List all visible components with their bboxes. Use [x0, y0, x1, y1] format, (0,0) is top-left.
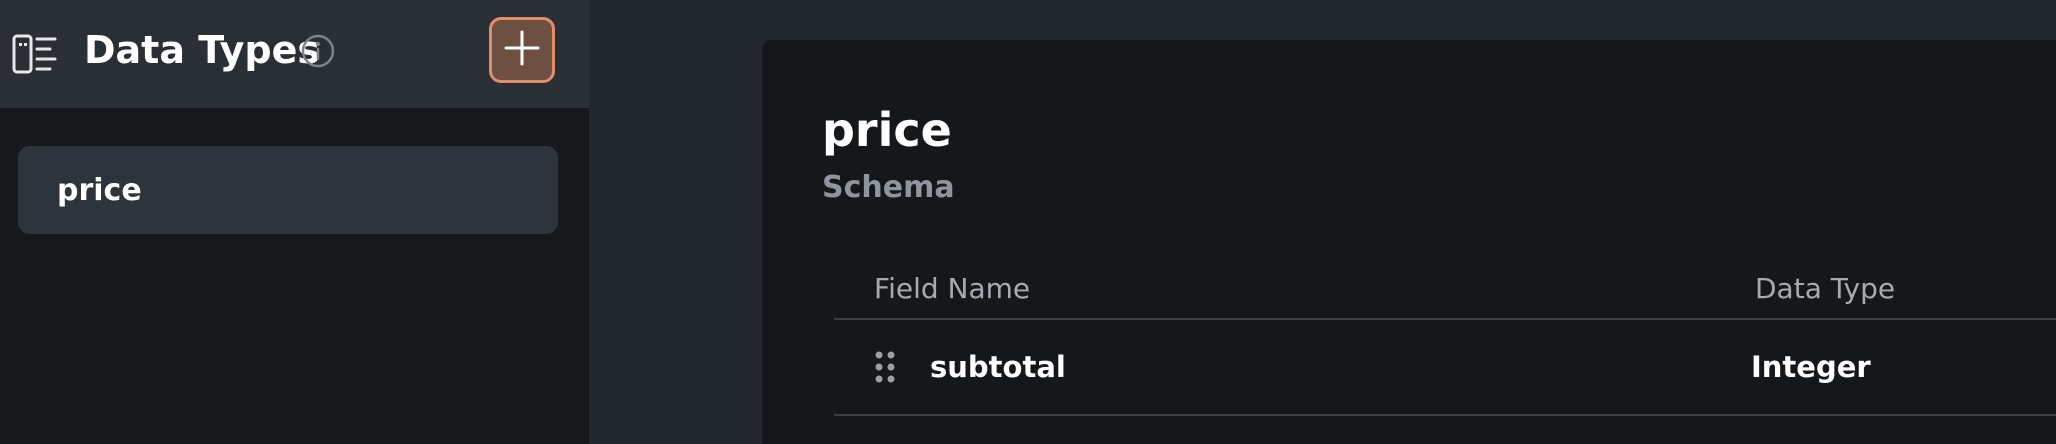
sidebar: Data Types price: [0, 0, 589, 444]
add-data-type-button[interactable]: [489, 17, 555, 83]
table-header: Field Name Data Type: [834, 254, 2056, 320]
field-name-cell: subtotal: [930, 350, 1066, 384]
schema-panel: price Schema Field Name Data Type subtot…: [762, 40, 2056, 444]
section-label: Schema: [822, 170, 955, 205]
column-header-field-name: Field Name: [874, 272, 1031, 305]
column-header-data-type: Data Type: [1755, 272, 1896, 305]
info-icon[interactable]: [300, 33, 336, 69]
table-row[interactable]: subtotal Integer: [834, 320, 2056, 416]
page-title: price: [822, 103, 952, 157]
sidebar-item-label: price: [57, 172, 142, 208]
plus-icon: [502, 28, 542, 72]
data-types-icon: [12, 34, 58, 74]
data-type-list: price: [18, 146, 558, 234]
sidebar-title: Data Types: [84, 28, 320, 72]
sidebar-item-price[interactable]: price: [18, 146, 558, 234]
sidebar-header: Data Types: [0, 0, 589, 108]
app-root: Data Types price price Schema Field Name…: [0, 0, 2056, 444]
data-type-cell: Integer: [1751, 350, 1871, 384]
drag-handle-icon[interactable]: [874, 350, 896, 384]
